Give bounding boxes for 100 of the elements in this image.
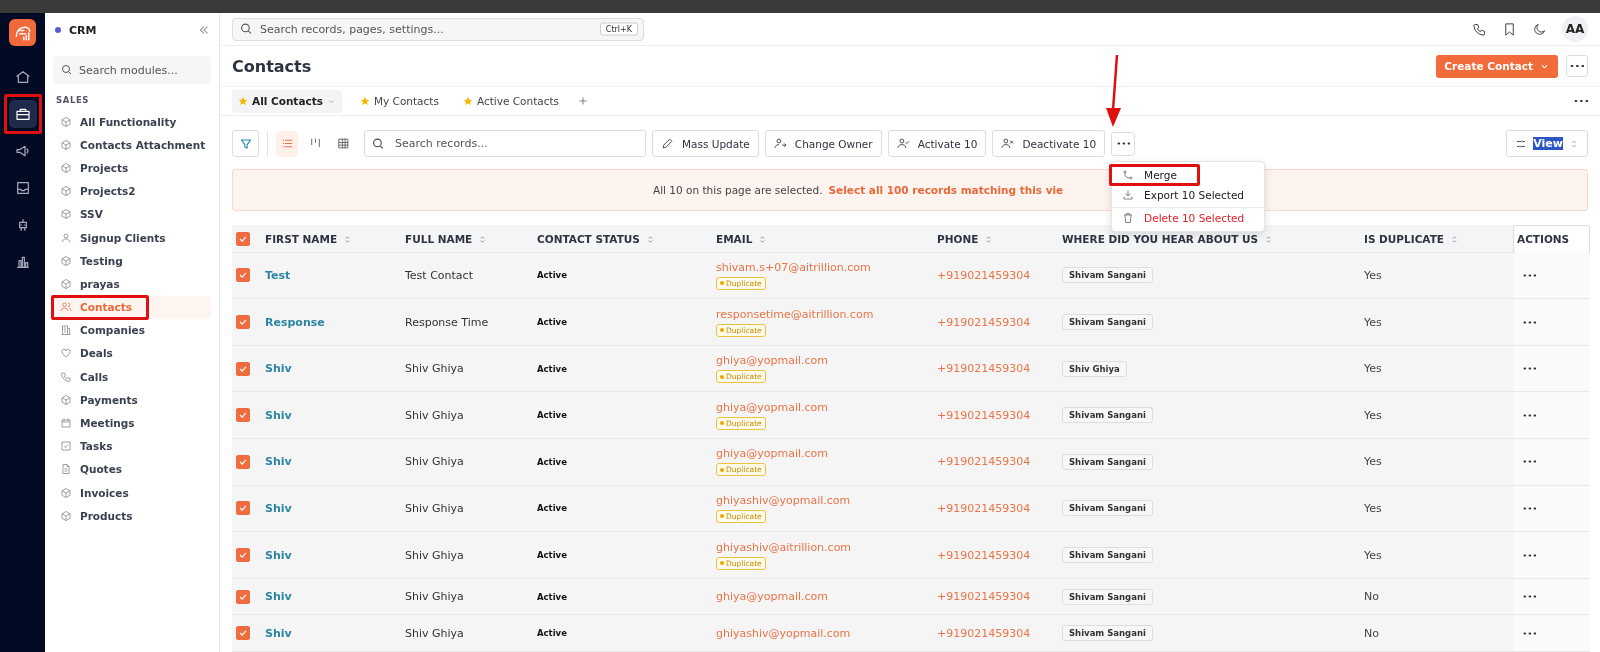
sidebar-item[interactable]: Companies bbox=[53, 318, 211, 342]
sidebar-item[interactable]: Contacts Attachment bbox=[53, 133, 211, 157]
more-icon[interactable] bbox=[1574, 99, 1588, 104]
status-text: Active bbox=[537, 456, 567, 467]
action-button[interactable]: Deactivate 10 bbox=[992, 130, 1106, 158]
table-cell: Shiv Ghiya bbox=[405, 626, 464, 640]
more-icon[interactable] bbox=[1523, 553, 1536, 557]
checkbox[interactable] bbox=[236, 501, 250, 516]
moon-icon[interactable] bbox=[1532, 21, 1547, 37]
sidebar-item[interactable]: Quotes bbox=[53, 457, 211, 481]
sidebar-item[interactable]: Signup Clients bbox=[53, 225, 211, 250]
more-icon[interactable] bbox=[1523, 367, 1536, 371]
column-header[interactable]: FULL NAME bbox=[405, 233, 473, 246]
sidebar-item[interactable]: prayas bbox=[53, 272, 211, 296]
sidebar-item[interactable]: Tasks bbox=[53, 434, 211, 458]
menu-item[interactable]: Export 10 Selected bbox=[1112, 184, 1265, 205]
sidebar-item[interactable]: Testing bbox=[53, 249, 211, 273]
checkbox[interactable] bbox=[236, 454, 250, 469]
table-cell: Shiv Ghiya bbox=[405, 455, 464, 469]
more-icon[interactable] bbox=[1523, 460, 1536, 464]
status-text: Active bbox=[537, 628, 567, 639]
sidebar-item[interactable]: Products bbox=[53, 504, 211, 528]
source-tag: Shiv Ghiya bbox=[1062, 360, 1127, 377]
filter-icon bbox=[238, 136, 253, 151]
more-icon[interactable] bbox=[1523, 631, 1536, 635]
more-icon[interactable] bbox=[1523, 273, 1536, 277]
sidebar-item[interactable]: Projects bbox=[53, 156, 211, 180]
app-logo[interactable] bbox=[9, 19, 36, 46]
view-tab[interactable]: All Contacts bbox=[232, 89, 342, 113]
cube-icon bbox=[60, 393, 72, 406]
checkbox[interactable] bbox=[236, 548, 250, 562]
sidebar-item[interactable]: Meetings bbox=[53, 411, 211, 435]
more-icon[interactable] bbox=[1523, 595, 1536, 599]
module-title: CRM bbox=[69, 23, 97, 37]
view-button[interactable]: View bbox=[1506, 130, 1588, 158]
column-header[interactable]: FIRST NAME bbox=[265, 233, 338, 246]
sidebar-item[interactable]: Deals bbox=[53, 341, 211, 366]
sidebar-item[interactable]: Projects2 bbox=[53, 179, 211, 203]
search-field[interactable]: Search modules... bbox=[53, 56, 211, 84]
add-view-icon[interactable] bbox=[577, 95, 590, 108]
check-icon bbox=[238, 317, 248, 328]
contact-link[interactable]: Shiv bbox=[265, 362, 292, 376]
filter-button[interactable] bbox=[232, 130, 259, 158]
menu-item[interactable]: Merge bbox=[1112, 164, 1191, 185]
checkbox[interactable] bbox=[236, 232, 250, 247]
rail-button[interactable] bbox=[8, 100, 37, 128]
table-cell: Test Contact bbox=[405, 268, 473, 282]
sidebar-item[interactable]: All Functionality bbox=[53, 110, 211, 134]
more-icon[interactable] bbox=[1523, 413, 1536, 417]
banner-text: All 10 on this page are selected. bbox=[653, 183, 823, 196]
check-icon bbox=[238, 410, 248, 421]
column-header[interactable]: CONTACT STATUS bbox=[537, 233, 640, 246]
sidebar-item[interactable]: SSV bbox=[53, 202, 211, 226]
bookmark-icon[interactable] bbox=[1502, 21, 1517, 37]
sidebar-item[interactable]: Invoices bbox=[53, 481, 211, 505]
phone-icon[interactable] bbox=[1472, 21, 1487, 37]
collapse-icon[interactable] bbox=[197, 23, 211, 37]
view-tab[interactable]: My Contacts bbox=[354, 89, 445, 113]
contact-link[interactable]: Shiv bbox=[265, 455, 292, 469]
column-header[interactable]: WHERE DID YOU HEAR ABOUT US bbox=[1062, 233, 1259, 246]
more-button[interactable] bbox=[1566, 55, 1588, 78]
menu-item[interactable]: Delete 10 Selected bbox=[1112, 207, 1265, 228]
contact-link[interactable]: Shiv bbox=[265, 590, 292, 604]
checkbox[interactable] bbox=[236, 408, 250, 423]
sort-icon bbox=[1569, 138, 1579, 149]
status-text: Active bbox=[537, 591, 567, 602]
column-header[interactable]: PHONE bbox=[937, 233, 979, 246]
contact-link[interactable]: Shiv bbox=[265, 408, 292, 422]
more-icon[interactable] bbox=[1523, 506, 1536, 510]
more-actions-button[interactable] bbox=[1111, 131, 1136, 156]
contact-link[interactable]: Shiv bbox=[265, 501, 292, 515]
checkbox[interactable] bbox=[236, 589, 250, 604]
column-header[interactable]: EMAIL bbox=[716, 233, 753, 246]
contact-link[interactable]: Shiv bbox=[265, 548, 292, 562]
check-icon bbox=[238, 550, 248, 560]
contact-link[interactable]: Shiv bbox=[265, 626, 292, 640]
table-cell: No bbox=[1364, 626, 1379, 640]
sort-icon[interactable] bbox=[1450, 234, 1459, 244]
checkbox[interactable] bbox=[236, 626, 250, 641]
action-button[interactable]: Activate 10 bbox=[887, 130, 987, 158]
contact-link[interactable]: Response bbox=[265, 315, 325, 329]
layout-toggle[interactable] bbox=[276, 130, 298, 157]
sidebar-item[interactable]: Calls bbox=[53, 365, 211, 389]
sidebar-item[interactable]: Payments bbox=[53, 388, 211, 412]
action-button[interactable]: Change Owner bbox=[764, 130, 882, 158]
table-cell: Yes bbox=[1364, 455, 1382, 469]
checkbox[interactable] bbox=[236, 268, 250, 283]
contact-link[interactable]: Test bbox=[265, 268, 291, 282]
more-icon[interactable] bbox=[1523, 320, 1536, 324]
checkbox[interactable] bbox=[236, 315, 250, 330]
search-field[interactable]: Search records... bbox=[364, 130, 646, 158]
action-button[interactable]: Mass Update bbox=[652, 130, 759, 158]
checkbox-icon bbox=[60, 440, 72, 453]
cube-icon bbox=[60, 208, 72, 221]
checkbox[interactable] bbox=[236, 361, 250, 376]
user-avatar[interactable]: AA bbox=[1562, 16, 1588, 43]
column-header[interactable]: IS DUPLICATE bbox=[1364, 233, 1444, 246]
view-tab[interactable]: Active Contacts bbox=[456, 89, 566, 113]
cube-icon bbox=[60, 138, 72, 151]
source-tag: Shivam Sangani bbox=[1062, 588, 1153, 605]
